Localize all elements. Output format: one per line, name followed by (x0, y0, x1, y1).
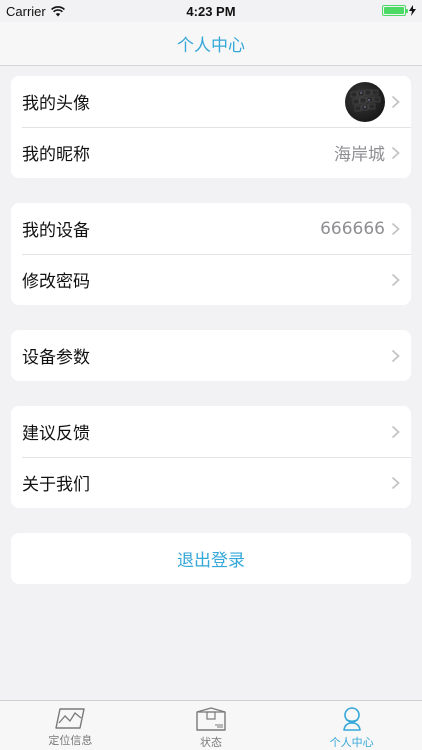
row-feedback[interactable]: 建议反馈 (11, 406, 411, 457)
battery-icon (382, 5, 408, 16)
row-device-params[interactable]: 设备参数 (11, 330, 411, 381)
device-group: 我的设备 666666 修改密码 (11, 203, 411, 305)
avatar (345, 81, 385, 122)
row-label: 修改密码 (22, 272, 90, 292)
row-avatar[interactable]: 我的头像 (11, 76, 411, 127)
page-title: 个人中心 (177, 36, 245, 56)
status-time: 4:23 PM (186, 4, 236, 19)
logout-button[interactable]: 退出登录 (11, 533, 411, 584)
logout-label: 退出登录 (177, 551, 245, 571)
profile-group: 我的头像 我的昵称 海岸城 (11, 76, 411, 178)
row-value: 666666 (320, 218, 385, 239)
tab-status[interactable]: 状态 (141, 701, 282, 750)
chevron-right-icon (391, 146, 400, 159)
package-icon (196, 707, 226, 731)
params-group: 设备参数 (11, 330, 411, 381)
row-my-device[interactable]: 我的设备 666666 (11, 203, 411, 254)
row-value: 海岸城 (334, 145, 385, 165)
tab-label: 状态 (200, 736, 222, 749)
chevron-right-icon (391, 222, 400, 235)
row-label: 建议反馈 (22, 424, 90, 444)
row-label: 我的设备 (22, 221, 90, 241)
chevron-right-icon (391, 349, 400, 362)
row-label: 我的昵称 (22, 145, 90, 165)
tab-profile[interactable]: 个人中心 (281, 701, 422, 750)
tab-bar: 定位信息 状态 个人中心 (0, 700, 422, 750)
nav-bar: 个人中心 (0, 22, 422, 66)
person-icon (342, 707, 361, 731)
chevron-right-icon (391, 425, 400, 438)
row-label: 关于我们 (22, 475, 90, 495)
row-label: 我的头像 (22, 94, 90, 114)
row-label: 设备参数 (22, 348, 90, 368)
map-icon (55, 708, 86, 729)
logout-group: 退出登录 (11, 533, 411, 584)
chevron-right-icon (391, 95, 400, 108)
tab-label: 个人中心 (329, 736, 374, 749)
row-nickname[interactable]: 我的昵称 海岸城 (11, 127, 411, 178)
charging-bolt-icon (409, 5, 416, 16)
tab-label: 定位信息 (48, 734, 93, 747)
row-about-us[interactable]: 关于我们 (11, 457, 411, 508)
tab-location[interactable]: 定位信息 (0, 701, 141, 750)
chevron-right-icon (391, 273, 400, 286)
status-bar: Carrier 4:23 PM (0, 0, 422, 22)
chevron-right-icon (391, 476, 400, 489)
info-group: 建议反馈 关于我们 (11, 406, 411, 508)
status-right (382, 5, 416, 16)
row-change-password[interactable]: 修改密码 (11, 254, 411, 305)
